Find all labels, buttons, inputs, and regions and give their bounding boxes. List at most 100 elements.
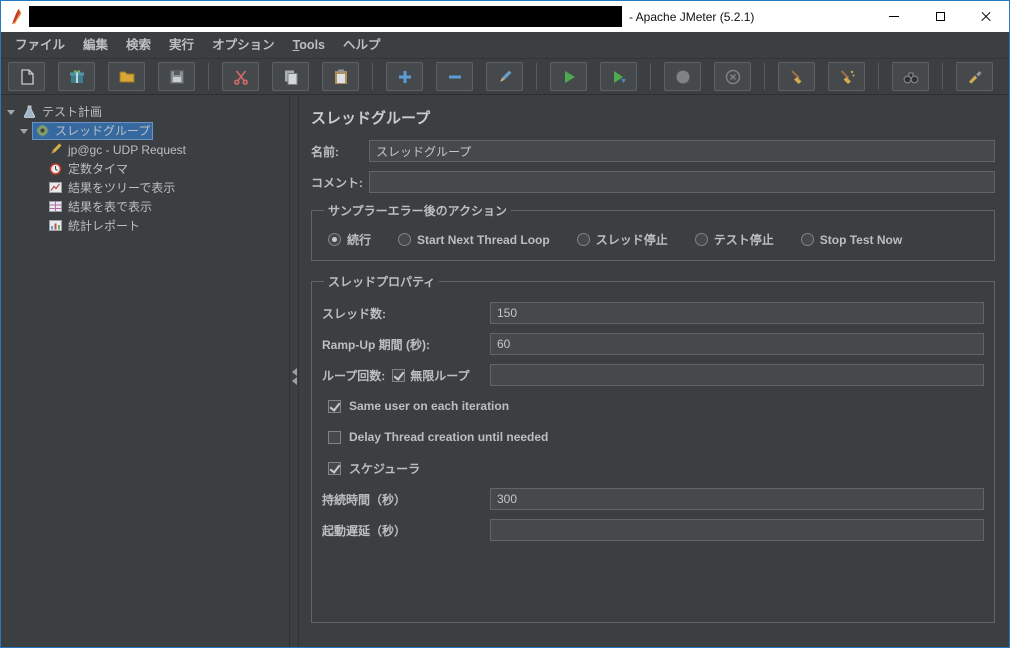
new-plan-button[interactable] xyxy=(8,62,45,91)
scheduler-checkbox[interactable] xyxy=(328,461,341,475)
clear-all-button[interactable] xyxy=(828,62,865,91)
test-plan-icon xyxy=(22,104,37,119)
toolbar-separator xyxy=(942,63,943,90)
start-button[interactable] xyxy=(550,62,587,91)
edit-button[interactable] xyxy=(486,62,523,91)
comment-input[interactable] xyxy=(369,171,995,193)
templates-button[interactable] xyxy=(58,62,95,91)
open-icon xyxy=(118,68,136,86)
delay-thread-creation-checkbox[interactable] xyxy=(328,430,341,444)
toolbar-separator xyxy=(536,63,537,90)
toolbar-separator xyxy=(208,63,209,90)
menu-item-tools[interactable]: Tools xyxy=(284,32,334,58)
minimize-button[interactable] xyxy=(871,1,917,32)
name-input[interactable] xyxy=(369,140,995,162)
tree-item-label: 定数タイマ xyxy=(68,162,129,176)
startup-delay-input[interactable] xyxy=(490,519,984,541)
copy-button[interactable] xyxy=(272,62,309,91)
radio-label-stop-thread: スレッド停止 xyxy=(595,233,668,247)
expand-toggle-icon[interactable] xyxy=(18,125,30,137)
title-bar: - Apache JMeter (5.2.1) xyxy=(1,1,1009,32)
thread-count-input[interactable] xyxy=(490,302,984,324)
same-user-label: Same user on each iteration xyxy=(349,399,510,413)
radio-option-stop-thread[interactable]: スレッド停止 xyxy=(576,231,668,248)
radio-label-continue: 続行 xyxy=(347,233,372,247)
maximize-button[interactable] xyxy=(917,1,963,32)
scheduler-label: スケジューラ xyxy=(349,461,421,476)
menu-item-run[interactable]: 実行 xyxy=(160,32,203,58)
thread-properties-group: スレッドプロパティ スレッド数: Ramp-Up 期間 (秒): ループ回数: … xyxy=(311,273,995,623)
expand-toggle-icon[interactable] xyxy=(5,106,17,118)
open-button[interactable] xyxy=(108,62,145,91)
toolbar-separator xyxy=(878,63,879,90)
radio-option-start-next-loop[interactable]: Start Next Thread Loop xyxy=(398,233,550,247)
start-no-pauses-button[interactable] xyxy=(600,62,637,91)
rampup-label: Ramp-Up 期間 (秒): xyxy=(322,337,430,352)
tree-item-label: テスト計画 xyxy=(42,105,103,119)
menu-item-search[interactable]: 検索 xyxy=(117,32,160,58)
close-button[interactable] xyxy=(963,1,1009,32)
panel-splitter[interactable] xyxy=(289,95,299,647)
radio-circle-continue[interactable] xyxy=(328,233,341,246)
duration-input[interactable] xyxy=(490,488,984,510)
window-title-redacted xyxy=(29,6,622,27)
tree-item[interactable]: 結果をツリーで表示 xyxy=(1,178,289,197)
search-reset-button[interactable] xyxy=(956,62,993,91)
add-icon xyxy=(396,68,414,86)
tree-node-content: 結果をツリーで表示 xyxy=(45,179,178,197)
tree-item[interactable]: 定数タイマ xyxy=(1,159,289,178)
tree-node-content: スレッドグループ xyxy=(32,121,154,140)
loop-count-label: ループ回数: xyxy=(322,368,386,383)
toolbar xyxy=(1,58,1009,95)
tree-item[interactable]: スレッドグループ xyxy=(1,121,289,140)
save-button[interactable] xyxy=(158,62,195,91)
loop-count-input[interactable] xyxy=(490,364,984,386)
search-icon xyxy=(902,68,920,86)
tree-item-label: 結果をツリーで表示 xyxy=(68,181,176,195)
radio-circle-stop-thread[interactable] xyxy=(576,233,590,246)
menu-bar: ファイル 編集 検索 実行 オプション Tools ヘルプ xyxy=(1,32,1009,58)
comment-label: コメント: xyxy=(311,175,363,190)
shutdown-button[interactable] xyxy=(714,62,751,91)
tree-node-content: 結果を表で表示 xyxy=(45,198,155,216)
thread-count-label: スレッド数: xyxy=(322,306,386,321)
menu-item-edit[interactable]: 編集 xyxy=(74,32,117,58)
remove-button[interactable] xyxy=(436,62,473,91)
minimize-icon xyxy=(889,16,899,17)
rampup-input[interactable] xyxy=(490,333,984,355)
menu-item-help[interactable]: ヘルプ xyxy=(334,32,390,58)
menu-item-options[interactable]: オプション xyxy=(203,32,284,58)
radio-option-continue[interactable]: 続行 xyxy=(328,231,371,248)
radio-option-stop-test[interactable]: テスト停止 xyxy=(694,231,774,248)
menu-item-file[interactable]: ファイル xyxy=(6,32,74,58)
radio-circle-start-next-loop[interactable] xyxy=(398,233,412,246)
splitter-collapse-icon[interactable] xyxy=(290,367,298,386)
tree-item-label: 統計レポート xyxy=(68,219,141,233)
sampler-error-action-title: サンプラーエラー後のアクション xyxy=(328,204,508,218)
thread-group-icon xyxy=(35,123,50,138)
main-panel: スレッドグループ 名前: コメント: サンプラーエラー後のアクション 続行 Sta… xyxy=(299,95,1009,647)
cut-button[interactable] xyxy=(222,62,259,91)
udp-sampler-icon xyxy=(48,142,63,157)
close-icon xyxy=(980,11,992,23)
clear-button[interactable] xyxy=(778,62,815,91)
radio-option-stop-test-now[interactable]: Stop Test Now xyxy=(800,233,902,247)
toolbar-separator xyxy=(372,63,373,90)
tree-node-content: テスト計画 xyxy=(19,103,105,121)
same-user-checkbox[interactable] xyxy=(328,399,341,413)
radio-circle-stop-test-now[interactable] xyxy=(800,233,814,246)
tree-item[interactable]: 結果を表で表示 xyxy=(1,197,289,216)
infinite-loop-checkbox[interactable] xyxy=(392,368,406,382)
radio-circle-stop-test[interactable] xyxy=(694,233,708,246)
add-button[interactable] xyxy=(386,62,423,91)
tree-item[interactable]: jp@gc - UDP Request xyxy=(1,140,289,159)
search-button[interactable] xyxy=(892,62,929,91)
paste-button[interactable] xyxy=(322,62,359,91)
tree-node-content: 定数タイマ xyxy=(45,160,131,178)
save-icon xyxy=(168,68,186,86)
tree-item[interactable]: テスト計画 xyxy=(1,102,289,121)
startup-delay-label: 起動遅延（秒） xyxy=(322,523,407,538)
toolbar-separator xyxy=(764,63,765,90)
tree-item[interactable]: 統計レポート xyxy=(1,216,289,235)
stop-button[interactable] xyxy=(664,62,701,91)
